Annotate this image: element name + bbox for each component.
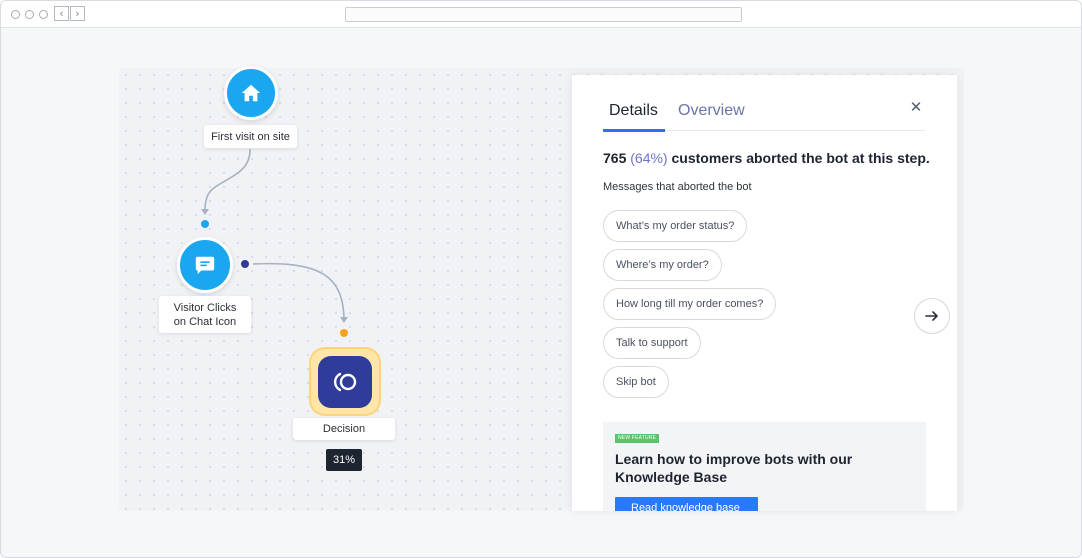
knowledge-base-promo: NEW FEATURE Learn how to improve bots wi… [603,422,926,511]
abort-text: customers aborted the bot at this step. [671,150,930,166]
tab-overview[interactable]: Overview [678,102,745,120]
message-chip[interactable]: How long till my order comes? [603,288,777,320]
message-chip[interactable]: What’s my order status? [603,210,748,242]
chat-node[interactable] [177,237,233,293]
browser-window: ‹ › First visit on site Visitor Clicks o… [0,0,1082,558]
connector-arrowhead [201,209,209,215]
arrow-right-icon [925,311,938,321]
messages-subheading: Messages that aborted the bot [603,181,752,193]
message-chip[interactable]: Where’s my order? [603,249,722,281]
decision-logo-icon [333,372,357,392]
connector-line [252,262,345,320]
abort-summary: 765 (64%) customers aborted the bot at t… [603,150,930,166]
chat-bubble-icon [195,256,215,275]
close-icon[interactable]: ✕ [906,97,926,117]
abort-percent: (64%) [630,150,668,166]
node-label-decision: Decision [293,418,395,440]
home-node[interactable] [224,66,278,120]
connector-dot[interactable] [241,260,249,268]
read-knowledge-base-button[interactable]: Read knowledge base [615,497,758,511]
message-chip[interactable]: Skip bot [603,366,669,398]
connector-dot[interactable] [340,329,348,337]
connector-arrowhead [340,317,348,323]
promo-title: Learn how to improve bots with our Knowl… [615,451,853,485]
abort-count: 765 [603,150,627,166]
decision-node[interactable] [318,356,372,408]
connector-dot[interactable] [201,220,209,228]
next-button[interactable] [914,298,950,334]
details-panel: Details Overview ✕ 765 (64%) customers a… [572,75,957,511]
node-label-first-visit: First visit on site [204,125,297,148]
home-icon [241,84,261,102]
new-feature-badge: NEW FEATURE [615,434,660,443]
node-label-visitor-clicks: Visitor Clicks on Chat Icon [159,296,251,333]
connector-line [204,148,251,214]
decision-percent-badge: 31% [326,449,362,471]
message-chip[interactable]: Talk to support [603,327,701,359]
tab-details[interactable]: Details [609,102,658,120]
active-tab-indicator [603,129,665,132]
